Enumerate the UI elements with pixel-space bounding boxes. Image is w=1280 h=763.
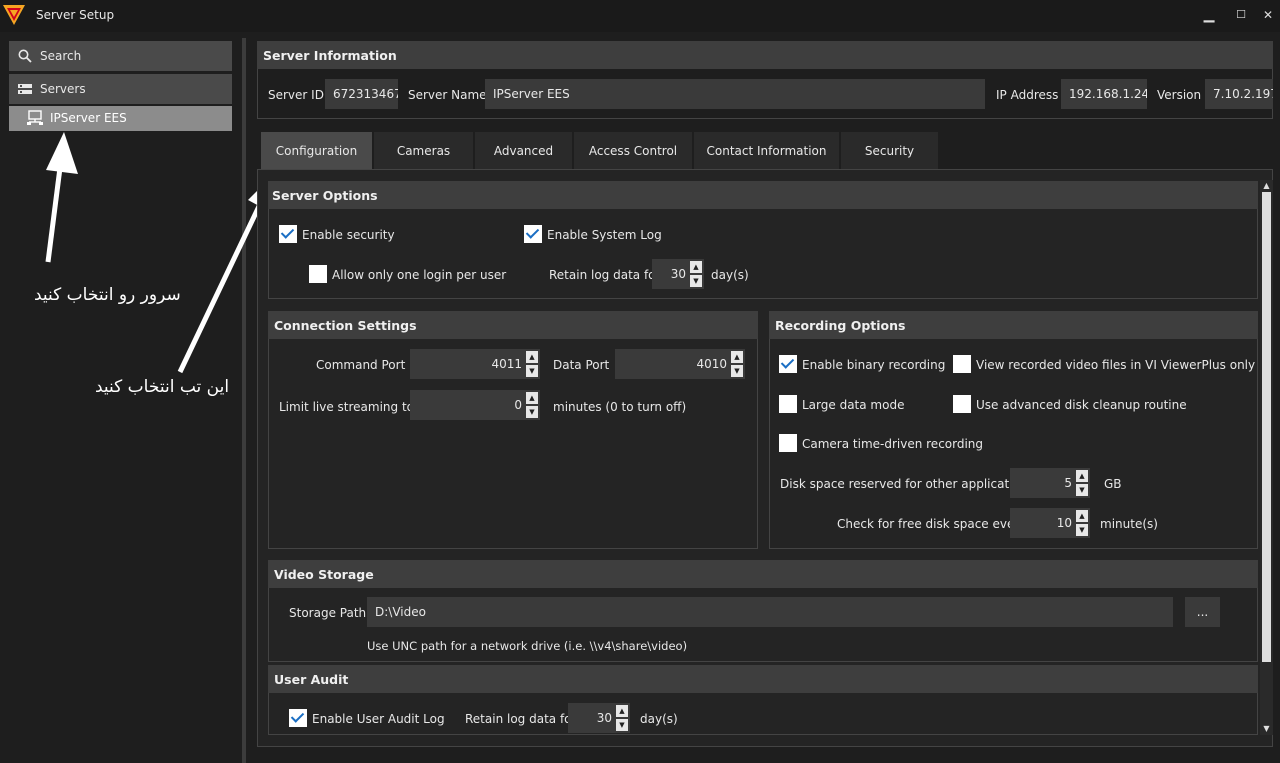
enable-system-log-label: Enable System Log <box>547 228 662 242</box>
check-disk-stepper[interactable]: 10 ▲ ▼ <box>1010 508 1090 538</box>
ip-address-label: IP Address <box>996 88 1059 102</box>
spinner-icon[interactable]: ▲ ▼ <box>690 261 702 287</box>
scroll-down-icon[interactable]: ▼ <box>1262 725 1271 733</box>
close-button[interactable]: ✕ <box>1259 6 1277 24</box>
main-panel: Server Information Server ID 672313467 S… <box>257 40 1280 763</box>
server-name-label: Server Name <box>408 88 487 102</box>
binary-recording-label: Enable binary recording <box>802 358 946 372</box>
user-audit-label: Enable User Audit Log <box>312 712 445 726</box>
command-port-value: 4011 <box>491 357 522 371</box>
audit-retain-stepper[interactable]: 30 ▲ ▼ <box>568 703 630 733</box>
viewerplus-checkbox[interactable] <box>953 355 971 373</box>
large-data-label: Large data mode <box>802 398 905 412</box>
connection-header: Connection Settings <box>268 311 758 339</box>
retain-log-stepper[interactable]: 30 ▲ ▼ <box>652 259 704 289</box>
user-audit-header: User Audit <box>268 665 1258 693</box>
limit-streaming-value: 0 <box>514 398 522 412</box>
annotation-select-server: سرور رو انتخاب کنید <box>34 285 181 305</box>
storage-path-field[interactable]: D:\Video <box>367 597 1173 627</box>
time-driven-label: Camera time-driven recording <box>802 437 984 451</box>
tab-contact-information[interactable]: Contact Information <box>694 132 839 169</box>
browse-button[interactable]: ... <box>1185 597 1220 627</box>
audit-retain-label: Retain log data for <box>465 712 577 726</box>
tab-advanced[interactable]: Advanced <box>475 132 572 169</box>
server-name-field[interactable]: IPServer EES <box>485 79 985 109</box>
recording-header: Recording Options <box>769 311 1258 339</box>
retain-log-unit: day(s) <box>711 268 749 282</box>
annotation-select-tab: این تب انتخاب کنید <box>95 377 230 397</box>
scroll-up-icon[interactable]: ▲ <box>1262 182 1271 190</box>
annotation-arrows <box>45 132 276 374</box>
enable-security-label: Enable security <box>302 228 395 242</box>
content-scrollbar[interactable]: ▲ ▼ <box>1260 180 1273 735</box>
spinner-icon[interactable]: ▲ ▼ <box>731 351 743 377</box>
video-storage-header: Video Storage <box>268 560 1258 588</box>
spinner-icon[interactable]: ▲ ▼ <box>1076 510 1088 536</box>
storage-path-label: Storage Path <box>289 606 367 620</box>
viewerplus-label: View recorded video files in VI ViewerPl… <box>976 358 1256 372</box>
disk-reserved-value: 5 <box>1064 476 1072 490</box>
data-port-label: Data Port <box>553 358 610 372</box>
enable-security-checkbox[interactable] <box>279 225 297 243</box>
server-id-label: Server ID <box>268 88 324 102</box>
tab-configuration[interactable]: Configuration <box>261 132 372 169</box>
disk-reserved-stepper[interactable]: 5 ▲ ▼ <box>1010 468 1090 498</box>
large-data-checkbox[interactable] <box>779 395 797 413</box>
maximize-button[interactable]: ☐ <box>1232 6 1250 24</box>
tab-cameras[interactable]: Cameras <box>374 132 473 169</box>
limit-streaming-stepper[interactable]: 0 ▲ ▼ <box>410 390 540 420</box>
storage-path-hint: Use UNC path for a network drive (i.e. \… <box>367 639 688 653</box>
spinner-icon[interactable]: ▲ ▼ <box>616 705 628 731</box>
server-options-header: Server Options <box>268 181 1258 209</box>
enable-system-log-checkbox[interactable] <box>524 225 542 243</box>
limit-streaming-label: Limit live streaming to <box>279 400 414 414</box>
check-disk-label: Check for free disk space every <box>837 517 1027 531</box>
spinner-icon[interactable]: ▲ ▼ <box>1076 470 1088 496</box>
disk-cleanup-checkbox[interactable] <box>953 395 971 413</box>
audit-retain-value: 30 <box>596 711 612 725</box>
retain-log-value: 30 <box>670 267 686 281</box>
disk-reserved-unit: GB <box>1104 477 1122 491</box>
time-driven-checkbox[interactable] <box>779 434 797 452</box>
version-field: 7.10.2.197 <box>1205 79 1273 109</box>
command-port-label: Command Port <box>316 358 406 372</box>
tab-security[interactable]: Security <box>841 132 938 169</box>
server-info-header: Server Information <box>257 41 1273 69</box>
arrow-to-server <box>45 132 78 263</box>
minimize-button[interactable]: ▁ <box>1200 6 1218 24</box>
audit-retain-unit: day(s) <box>640 712 678 726</box>
command-port-stepper[interactable]: 4011 ▲ ▼ <box>410 349 540 379</box>
limit-streaming-unit: minutes (0 to turn off) <box>553 400 687 414</box>
data-port-stepper[interactable]: 4010 ▲ ▼ <box>615 349 745 379</box>
data-port-value: 4010 <box>696 357 727 371</box>
one-login-label: Allow only one login per user <box>332 268 507 282</box>
check-disk-value: 10 <box>1056 516 1072 530</box>
check-disk-unit: minute(s) <box>1100 517 1158 531</box>
spinner-icon[interactable]: ▲ ▼ <box>526 392 538 418</box>
version-label: Version <box>1157 88 1202 102</box>
server-id-field: 672313467 <box>325 79 398 109</box>
disk-cleanup-label: Use advanced disk cleanup routine <box>976 398 1187 412</box>
user-audit-checkbox[interactable] <box>289 709 307 727</box>
spinner-icon[interactable]: ▲ ▼ <box>526 351 538 377</box>
ip-address-field: 192.168.1.240 <box>1061 79 1147 109</box>
scroll-thumb[interactable] <box>1262 192 1271 662</box>
retain-log-label: Retain log data for <box>549 268 661 282</box>
one-login-checkbox[interactable] <box>309 265 327 283</box>
tab-access-control[interactable]: Access Control <box>574 132 692 169</box>
server-options-box <box>268 209 1258 299</box>
binary-recording-checkbox[interactable] <box>779 355 797 373</box>
disk-reserved-label: Disk space reserved for other applicatio… <box>780 477 1034 491</box>
